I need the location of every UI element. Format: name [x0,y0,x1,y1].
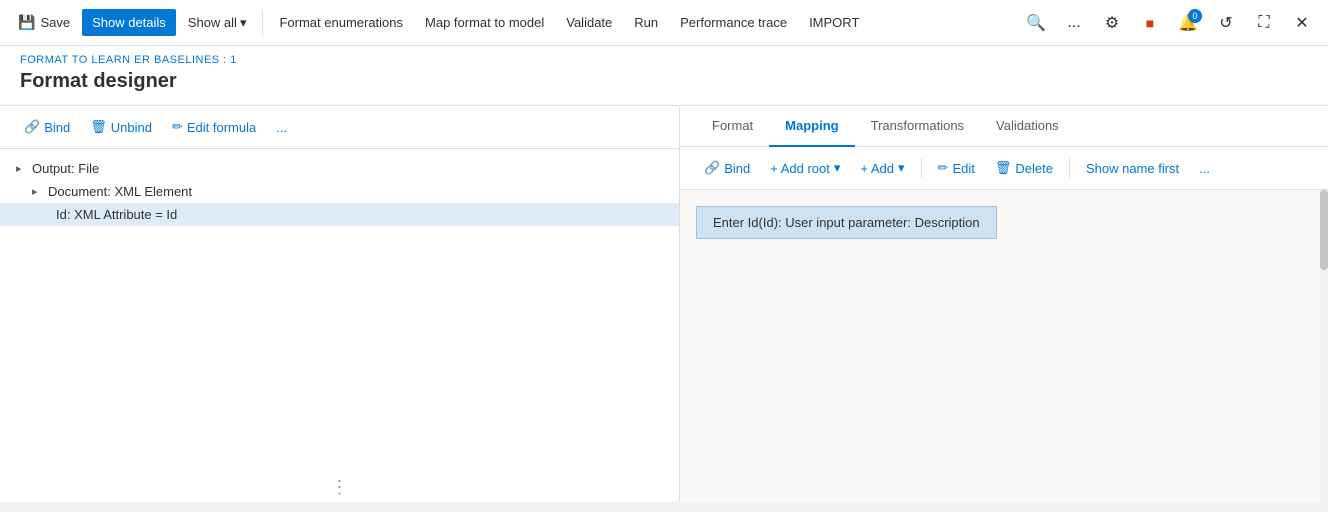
tree-item-output-file[interactable]: ▸ Output: File [0,157,679,180]
left-panel: 🔗 Bind 🗑 Unbind ✏ Edit formula ... ▸ Out… [0,106,680,502]
right-toolbar-separator-2 [1069,158,1070,178]
breadcrumb: FORMAT TO LEARN ER BASELINES : 1 [20,54,1308,66]
unlink-icon: 🗑 [90,119,107,135]
refresh-icon: ↺ [1219,13,1232,33]
office-icon: ■ [1146,15,1154,31]
main-toolbar: 💾 Save Show details Show all ▾ Format en… [0,0,1328,46]
tree-area: ▸ Output: File ▸ Document: XML Element I… [0,149,679,473]
fullscreen-button[interactable]: ⛶ [1246,5,1282,41]
tree-label: Document: XML Element [48,184,192,199]
left-panel-toolbar: 🔗 Bind 🗑 Unbind ✏ Edit formula ... [0,106,679,149]
mapping-bind-button[interactable]: 🔗 Bind [696,155,758,181]
settings-button[interactable]: ⚙ [1094,5,1130,41]
show-all-button[interactable]: Show all ▾ [178,9,257,37]
notification-button[interactable]: 🔔 0 [1170,5,1206,41]
search-button[interactable]: 🔍 [1018,5,1054,41]
edit-icon: ✏ [172,119,183,135]
office-button[interactable]: ■ [1132,5,1168,41]
scrollbar[interactable] [1320,190,1328,502]
separator-1 [262,11,263,35]
page-header: FORMAT TO LEARN ER BASELINES : 1 Format … [0,46,1328,106]
right-more-button[interactable]: ... [1191,156,1218,181]
close-button[interactable]: ✕ [1284,5,1320,41]
performance-trace-button[interactable]: Performance trace [670,9,797,36]
scrollbar-thumb[interactable] [1320,190,1328,270]
validate-button[interactable]: Validate [556,9,622,36]
refresh-button[interactable]: ↺ [1208,5,1244,41]
unbind-button[interactable]: 🗑 Unbind [82,114,160,140]
edit-button[interactable]: ✏ Edit [930,155,983,181]
tab-mapping[interactable]: Mapping [769,106,854,147]
chevron-down-icon: ▾ [834,160,841,176]
add-root-button[interactable]: + Add root ▾ [762,155,848,181]
fullscreen-icon: ⛶ [1258,14,1269,32]
right-panel-tabs: Format Mapping Transformations Validatio… [680,106,1328,147]
chevron-down-icon: ▾ [240,15,247,31]
content-area: 🔗 Bind 🗑 Unbind ✏ Edit formula ... ▸ Out… [0,106,1328,502]
delete-button[interactable]: 🗑 Delete [987,155,1061,181]
right-content: Enter Id(Id): User input parameter: Desc… [680,190,1328,502]
page-title: Format designer [20,70,1308,93]
tree-toggle-icon: ▸ [16,162,28,175]
tree-toggle-icon: ▸ [32,185,44,198]
show-details-button[interactable]: Show details [82,9,176,36]
tree-item-document-xml[interactable]: ▸ Document: XML Element [0,180,679,203]
save-button[interactable]: 💾 Save [8,8,80,37]
edit-formula-button[interactable]: ✏ Edit formula [164,114,264,140]
tab-transformations[interactable]: Transformations [855,106,980,147]
mapping-description: Enter Id(Id): User input parameter: Desc… [696,206,997,239]
right-panel: Format Mapping Transformations Validatio… [680,106,1328,502]
show-name-first-button[interactable]: Show name first [1078,156,1187,181]
run-button[interactable]: Run [624,9,668,36]
format-enumerations-button[interactable]: Format enumerations [269,9,413,36]
delete-icon: 🗑 [995,160,1012,176]
settings-icon: ⚙ [1105,13,1119,33]
link-icon: 🔗 [24,119,40,135]
save-icon: 💾 [18,14,35,31]
edit-icon: ✏ [938,160,949,176]
add-button[interactable]: + Add ▾ [852,155,912,181]
drag-handle[interactable]: ⋮ [0,473,679,502]
tab-format[interactable]: Format [696,106,769,147]
chevron-down-icon: ▾ [898,160,905,176]
import-button[interactable]: IMPORT [799,9,869,36]
tree-label: Output: File [32,161,99,176]
close-icon: ✕ [1295,13,1308,33]
right-panel-toolbar: 🔗 Bind + Add root ▾ + Add ▾ ✏ Edit 🗑 Del… [680,147,1328,190]
right-toolbar-separator [921,158,922,178]
notification-badge: 0 [1188,9,1202,23]
more-options-button[interactable]: ... [1056,5,1092,41]
ellipsis-icon: ... [1067,14,1080,32]
tab-validations[interactable]: Validations [980,106,1075,147]
bind-button[interactable]: 🔗 Bind [16,114,78,140]
left-more-button[interactable]: ... [268,115,295,140]
search-icon: 🔍 [1026,13,1046,33]
tree-item-id-xml[interactable]: Id: XML Attribute = Id [0,203,679,226]
link-icon: 🔗 [704,160,720,176]
tree-label: Id: XML Attribute = Id [56,207,177,222]
map-format-to-model-button[interactable]: Map format to model [415,9,554,36]
